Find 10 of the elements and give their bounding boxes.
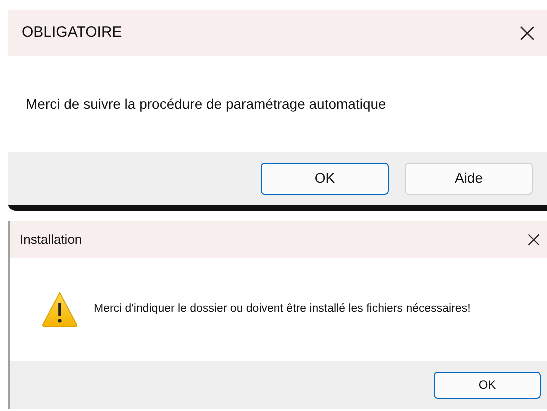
warning-icon [41, 290, 79, 328]
dialog-button[interactable]: OK [261, 162, 389, 194]
close-icon[interactable] [527, 232, 541, 246]
dialog-message: Merci de suivre la procédure de paramétrage automatique [26, 94, 386, 114]
dialog-button[interactable]: OK [434, 372, 541, 398]
close-icon[interactable] [519, 24, 536, 42]
dialog-message: Merci d'indiquer le dossier ou doivent être installé les fichiers nécessaires! [94, 302, 472, 317]
dialog-button[interactable]: Aide [405, 162, 533, 194]
window-title: Installation [20, 230, 82, 249]
window-title: OBLIGATOIRE [22, 22, 122, 43]
